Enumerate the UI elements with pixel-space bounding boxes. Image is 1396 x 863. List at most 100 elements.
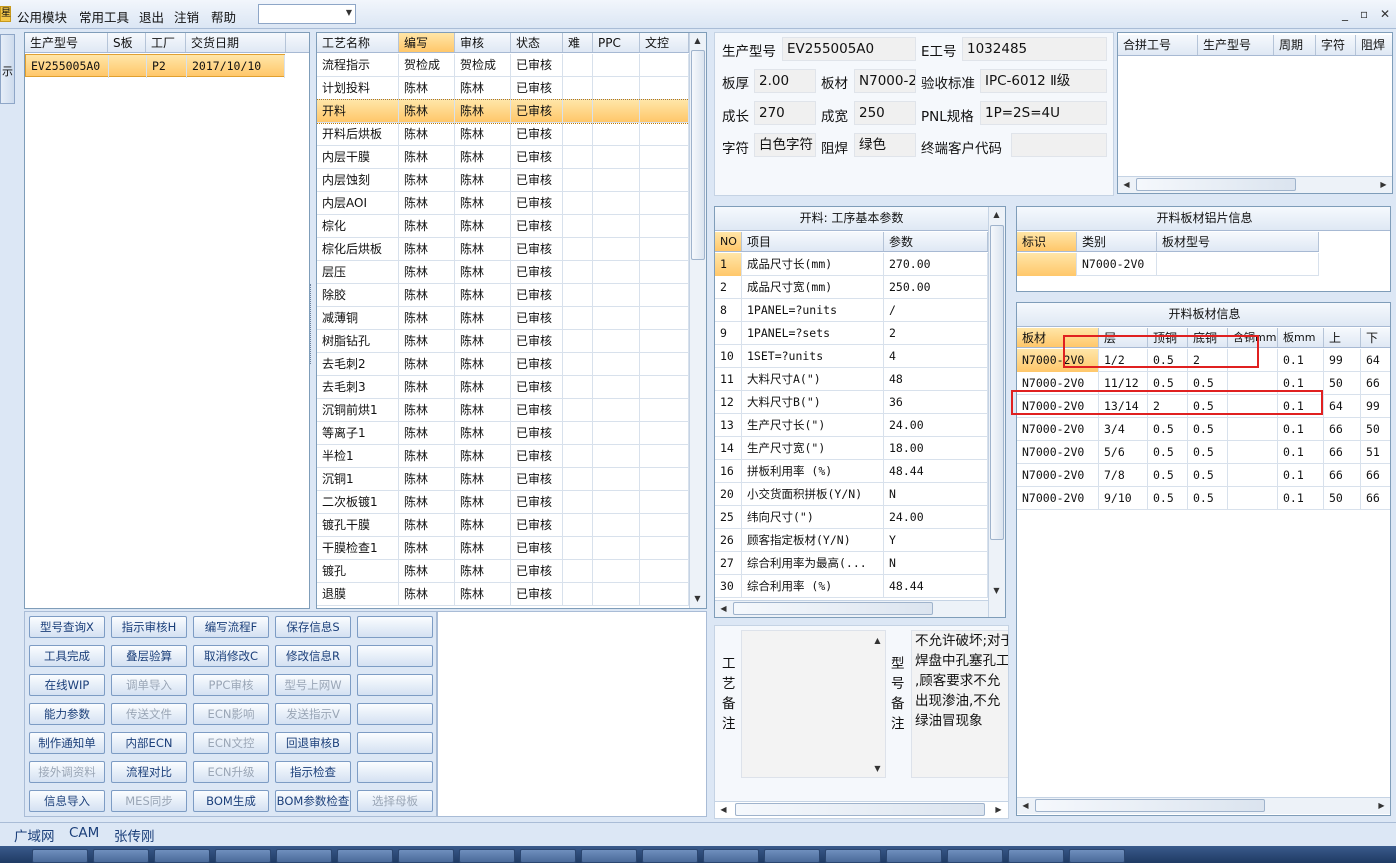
col-param[interactable]: 参数 xyxy=(884,232,988,251)
action-button[interactable]: 传送文件 xyxy=(111,703,187,725)
action-button[interactable]: 内部ECN xyxy=(111,732,187,754)
col-combine-char[interactable]: 字符 xyxy=(1316,35,1356,55)
table-row[interactable]: 9 1PANEL=?sets 2 xyxy=(715,322,988,345)
table-row[interactable]: N7000-2V0 7/8 0.5 0.5 0.1 66 66 xyxy=(1017,464,1390,487)
taskbar-button[interactable] xyxy=(337,849,393,863)
action-button[interactable]: ECN影响 xyxy=(193,703,269,725)
scroll-down-icon[interactable]: ▼ xyxy=(989,583,1004,598)
table-row[interactable]: 干膜检查1 陈林 陈林 已审核 xyxy=(317,537,689,560)
table-row[interactable]: 20 小交货面积拼板(Y/N) N xyxy=(715,483,988,506)
col-board-thickness[interactable]: 板mm xyxy=(1278,328,1324,347)
table-row[interactable]: N7000-2V0 xyxy=(1017,253,1319,276)
table-row[interactable]: 沉铜1 陈林 陈林 已审核 xyxy=(317,468,689,491)
table-row[interactable]: 去毛刺2 陈林 陈林 已审核 xyxy=(317,353,689,376)
e-no-field[interactable]: 1032485 xyxy=(962,37,1107,61)
table-row[interactable]: 计划投料 陈林 陈林 已审核 xyxy=(317,77,689,100)
table-row[interactable]: 10 1SET=?units 4 xyxy=(715,345,988,368)
table-row[interactable]: N7000-2V0 5/6 0.5 0.5 0.1 66 51 xyxy=(1017,441,1390,464)
action-button[interactable]: 调单导入 xyxy=(111,674,187,696)
table-row[interactable]: 14 生产尺寸宽(") 18.00 xyxy=(715,437,988,460)
action-button[interactable]: 叠层验算 xyxy=(111,645,187,667)
taskbar-button[interactable] xyxy=(703,849,759,863)
action-button[interactable]: 接外调资料 xyxy=(29,761,105,783)
table-row[interactable]: 棕化后烘板 陈林 陈林 已审核 xyxy=(317,238,689,261)
table-row[interactable]: 退膜 陈林 陈林 已审核 xyxy=(317,583,689,606)
scroll-down-icon[interactable]: ▼ xyxy=(870,761,885,776)
action-button[interactable] xyxy=(357,645,433,667)
scroll-up-icon[interactable]: ▲ xyxy=(989,207,1004,222)
col-combine-period[interactable]: 周期 xyxy=(1274,35,1316,55)
pnl-field[interactable]: 1P=2S=4U xyxy=(980,101,1107,125)
action-button[interactable]: MES同步 xyxy=(111,790,187,812)
scroll-right-icon[interactable]: ▶ xyxy=(1374,798,1389,813)
col-no[interactable]: NO xyxy=(715,232,742,251)
table-row[interactable]: 二次板镀1 陈林 陈林 已审核 xyxy=(317,491,689,514)
table-row[interactable]: 棕化 陈林 陈林 已审核 xyxy=(317,215,689,238)
material-field[interactable]: N7000-2 xyxy=(854,69,916,93)
taskbar-button[interactable] xyxy=(581,849,637,863)
table-row[interactable]: 层压 陈林 陈林 已审核 xyxy=(317,261,689,284)
scroll-thumb[interactable] xyxy=(1035,799,1265,812)
scroll-left-icon[interactable]: ◀ xyxy=(1018,798,1033,813)
material-hscrollbar[interactable]: ◀ ▶ xyxy=(1017,797,1390,814)
customer-code-field[interactable] xyxy=(1011,133,1107,157)
table-row[interactable]: 除胶 陈林 陈林 已审核 xyxy=(317,284,689,307)
action-button[interactable]: BOM生成 xyxy=(193,790,269,812)
params-hscrollbar[interactable]: ◀ xyxy=(715,600,988,617)
col-sheet-model[interactable]: 板材型号 xyxy=(1157,232,1319,251)
table-row[interactable]: 半检1 陈林 陈林 已审核 xyxy=(317,445,689,468)
table-row[interactable]: 开料后烘板 陈林 陈林 已审核 xyxy=(317,123,689,146)
col-factory[interactable]: 工厂 xyxy=(146,33,186,52)
col-process-name[interactable]: 工艺名称 xyxy=(317,33,399,52)
table-row[interactable]: 等离子1 陈林 陈林 已审核 xyxy=(317,422,689,445)
table-row[interactable]: 27 综合利用率为最高(... N xyxy=(715,552,988,575)
action-button[interactable]: 回退审核B xyxy=(275,732,351,754)
table-row[interactable]: 内层AOI 陈林 陈林 已审核 xyxy=(317,192,689,215)
table-row[interactable]: 25 纬向尺寸(") 24.00 xyxy=(715,506,988,529)
table-row[interactable]: 1 成品尺寸长(mm) 270.00 xyxy=(715,253,988,276)
table-row[interactable]: 8 1PANEL=?units / xyxy=(715,299,988,322)
taskbar-button[interactable] xyxy=(154,849,210,863)
col-model[interactable]: 生产型号 xyxy=(25,33,108,52)
table-row[interactable]: 内层干膜 陈林 陈林 已审核 xyxy=(317,146,689,169)
col-reviewer[interactable]: 审核 xyxy=(455,33,511,52)
taskbar-button[interactable] xyxy=(520,849,576,863)
model-field[interactable]: EV255005A0 xyxy=(782,37,916,61)
taskbar-button[interactable] xyxy=(215,849,271,863)
scroll-thumb[interactable] xyxy=(691,50,705,260)
table-row[interactable]: 16 拼板利用率 (%) 48.44 xyxy=(715,460,988,483)
action-button[interactable]: 在线WIP xyxy=(29,674,105,696)
taskbar-button[interactable] xyxy=(1008,849,1064,863)
scroll-thumb[interactable] xyxy=(1136,178,1296,191)
table-row[interactable]: 减薄铜 陈林 陈林 已审核 xyxy=(317,307,689,330)
action-button[interactable]: PPC审核 xyxy=(193,674,269,696)
col-combine-model[interactable]: 生产型号 xyxy=(1198,35,1274,55)
action-button[interactable]: 型号查询X xyxy=(29,616,105,638)
action-button[interactable]: 修改信息R xyxy=(275,645,351,667)
table-row[interactable]: 11 大料尺寸A(") 48 xyxy=(715,368,988,391)
minimize-icon[interactable]: _ xyxy=(1342,7,1348,21)
scroll-thumb[interactable] xyxy=(735,803,985,816)
action-button[interactable]: BOM参数检查 xyxy=(275,790,351,812)
left-side-tab[interactable]: 示 xyxy=(0,34,15,104)
action-button[interactable]: 选择母板 xyxy=(357,790,433,812)
action-button[interactable]: 取消修改C xyxy=(193,645,269,667)
menu-public-modules[interactable]: 公用模块 xyxy=(17,7,67,26)
scroll-up-icon[interactable]: ▲ xyxy=(690,33,705,48)
col-mark[interactable]: 标识 xyxy=(1017,232,1077,251)
taskbar-button[interactable] xyxy=(642,849,698,863)
table-row[interactable]: 2 成品尺寸宽(mm) 250.00 xyxy=(715,276,988,299)
taskbar-button[interactable] xyxy=(764,849,820,863)
menu-common-tools[interactable]: 常用工具 xyxy=(79,7,129,26)
scroll-thumb[interactable] xyxy=(733,602,933,615)
taskbar-button[interactable] xyxy=(886,849,942,863)
action-button[interactable]: 流程对比 xyxy=(111,761,187,783)
col-author[interactable]: 编写 xyxy=(399,33,455,52)
action-button[interactable]: 能力参数 xyxy=(29,703,105,725)
process-list-scrollbar[interactable]: ▲ ▼ xyxy=(689,33,706,608)
action-button[interactable]: 发送指示V xyxy=(275,703,351,725)
menu-exit[interactable]: 退出 xyxy=(139,7,164,26)
action-button[interactable]: 保存信息S xyxy=(275,616,351,638)
scroll-right-icon[interactable]: ▶ xyxy=(1376,177,1391,192)
col-delivery-date[interactable]: 交货日期 xyxy=(186,33,286,52)
